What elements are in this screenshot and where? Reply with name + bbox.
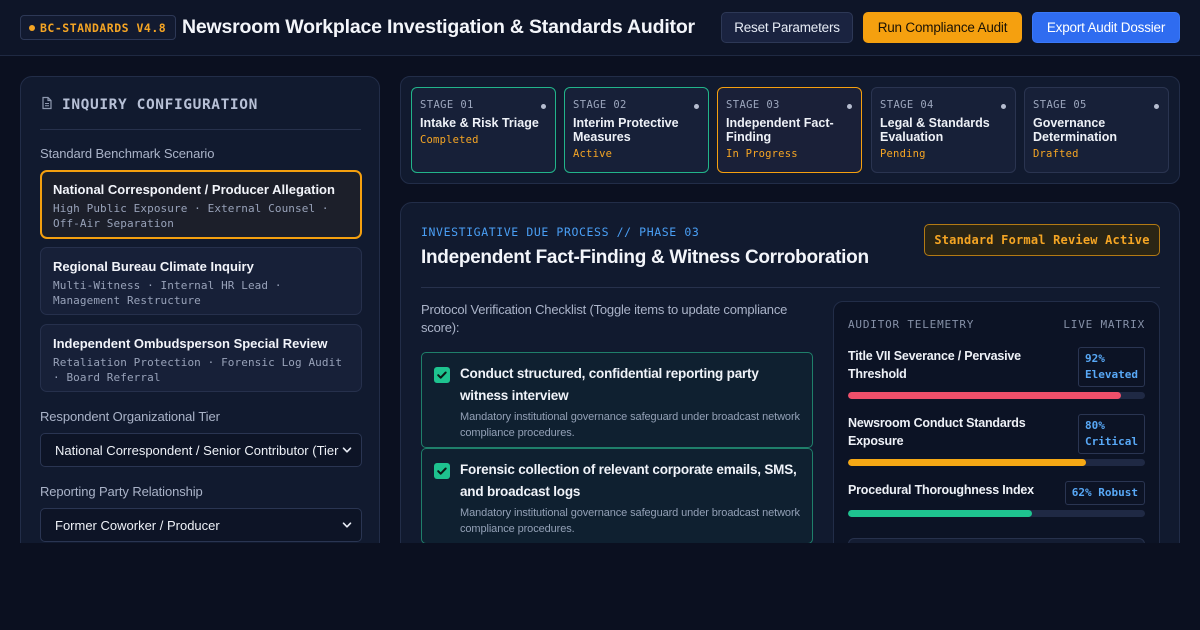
relationship-label: Reporting Party Relationship — [40, 484, 203, 499]
phase-title: Independent Fact-Finding & Witness Corro… — [421, 247, 869, 268]
checkbox-checked-icon[interactable] — [434, 463, 450, 479]
stage-04[interactable]: STAGE 04 Legal & Standards Evaluation Pe… — [871, 87, 1016, 173]
stage-name: Governance Determination — [1033, 116, 1118, 144]
checkbox-checked-icon[interactable] — [434, 367, 450, 383]
checklist-item-witness-interview[interactable]: Conduct structured, confidential reporti… — [421, 352, 813, 448]
metric-bar-fill — [848, 392, 1122, 399]
relationship-select[interactable]: Former Coworker / Producer — [40, 508, 362, 542]
panel-title-label: INQUIRY CONFIGURATION — [62, 97, 258, 113]
checklist-item-subtitle: Mandatory institutional governance safeg… — [460, 507, 800, 535]
stage-01[interactable]: STAGE 01 Intake & Risk Triage Completed — [411, 87, 556, 173]
stage-status: In Progress — [726, 148, 798, 160]
stage-name: Independent Fact-Finding — [726, 116, 834, 144]
stage-name: Legal & Standards Evaluation — [880, 116, 990, 144]
stage-status: Pending — [880, 148, 926, 160]
stage-status: Completed — [420, 134, 479, 146]
metric-bar — [848, 510, 1145, 517]
version-badge-label: BC-STANDARDS V4.8 — [40, 20, 167, 35]
scenario-subtitle: High Public Exposure · External Counsel … — [53, 202, 329, 230]
relationship-value: Former Coworker / Producer — [55, 517, 220, 533]
metric-bar — [848, 459, 1145, 466]
divider — [421, 287, 1160, 288]
panel-title: INQUIRY CONFIGURATION — [40, 96, 258, 114]
organizational-tier-value: National Correspondent / Senior Contribu… — [55, 442, 339, 458]
stage-indicator-icon — [694, 104, 699, 109]
scenario-subtitle: Retaliation Protection · Forensic Log Au… — [53, 356, 343, 384]
run-compliance-audit-button[interactable]: Run Compliance Audit — [863, 12, 1022, 43]
metric-value-badge: 62% Robust — [1064, 481, 1145, 505]
metric-bar — [848, 392, 1145, 399]
stage-indicator-icon — [1154, 104, 1159, 109]
scenario-card-ombudsperson-review[interactable]: Independent Ombudsperson Special Review … — [40, 324, 362, 392]
metric-value: 92% — [1085, 352, 1105, 365]
metric-level: Robust — [1098, 486, 1138, 499]
document-icon — [40, 96, 54, 114]
checklist-intro: Protocol Verification Checklist (Toggle … — [421, 302, 788, 335]
export-audit-dossier-button[interactable]: Export Audit Dossier — [1032, 12, 1180, 43]
status-dot-icon — [29, 24, 35, 31]
metric-bar-fill — [848, 510, 1033, 517]
review-status-badge: Standard Formal Review Active — [924, 224, 1160, 256]
page-background — [0, 543, 1200, 630]
stage-status: Drafted — [1033, 148, 1079, 160]
metric-value: 80% — [1085, 419, 1105, 432]
stage-name: Interim Protective Measures — [573, 116, 679, 144]
chevron-down-icon — [341, 444, 353, 456]
phase-detail-panel: INVESTIGATIVE DUE PROCESS // PHASE 03 In… — [400, 202, 1180, 562]
reset-parameters-button[interactable]: Reset Parameters — [721, 12, 853, 43]
stage-number: STAGE 04 — [880, 99, 934, 111]
scenario-title: Regional Bureau Climate Inquiry — [53, 259, 254, 274]
metric-name: Title VII Severance / Pervasive Threshol… — [848, 349, 1021, 381]
scenario-title: Independent Ombudsperson Special Review — [53, 336, 328, 351]
telemetry-header: AUDITOR TELEMETRY — [848, 318, 975, 331]
phase-label: INVESTIGATIVE DUE PROCESS // PHASE 03 — [421, 225, 700, 239]
metric-level: Elevated — [1085, 368, 1138, 381]
metric-name: Newsroom Conduct Standards Exposure — [848, 416, 1026, 448]
scenario-card-regional-bureau[interactable]: Regional Bureau Climate Inquiry Multi-Wi… — [40, 247, 362, 315]
stage-03[interactable]: STAGE 03 Independent Fact-Finding In Pro… — [717, 87, 862, 173]
auditor-telemetry-card: AUDITOR TELEMETRY LIVE MATRIX Title VII … — [833, 301, 1160, 561]
checklist-item-title: Forensic collection of relevant corporat… — [460, 462, 797, 499]
stage-number: STAGE 01 — [420, 99, 474, 111]
metric-value-badge: 80% Critical — [1078, 414, 1145, 454]
scenario-label: Standard Benchmark Scenario — [40, 146, 215, 161]
divider — [40, 129, 361, 130]
organizational-tier-select[interactable]: National Correspondent / Senior Contribu… — [40, 433, 362, 467]
stage-number: STAGE 05 — [1033, 99, 1087, 111]
scenario-subtitle: Multi-Witness · Internal HR Lead · Manag… — [53, 279, 282, 307]
checklist-item-title: Conduct structured, confidential reporti… — [460, 366, 759, 403]
stage-02[interactable]: STAGE 02 Interim Protective Measures Act… — [564, 87, 709, 173]
chevron-down-icon — [341, 519, 353, 531]
inquiry-configuration-panel: INQUIRY CONFIGURATION Standard Benchmark… — [20, 76, 380, 556]
checklist-item-subtitle: Mandatory institutional governance safeg… — [460, 411, 800, 439]
organizational-tier-label: Respondent Organizational Tier — [40, 409, 220, 424]
live-matrix-label: LIVE MATRIX — [1063, 318, 1145, 331]
stage-tracker: STAGE 01 Intake & Risk Triage Completed … — [400, 76, 1180, 184]
scenario-card-national-correspondent[interactable]: National Correspondent / Producer Allega… — [40, 170, 362, 239]
stage-indicator-icon — [847, 104, 852, 109]
app-title: Newsroom Workplace Investigation & Stand… — [182, 16, 695, 38]
metric-level: Critical — [1085, 435, 1138, 448]
metric-name: Procedural Thoroughness Index — [848, 483, 1034, 497]
app-header: BC-STANDARDS V4.8 Newsroom Workplace Inv… — [0, 0, 1200, 56]
stage-number: STAGE 02 — [573, 99, 627, 111]
stage-number: STAGE 03 — [726, 99, 780, 111]
stage-indicator-icon — [541, 104, 546, 109]
metric-value: 62% — [1071, 486, 1092, 499]
scenario-title: National Correspondent / Producer Allega… — [53, 182, 335, 197]
stage-name: Intake & Risk Triage — [420, 116, 539, 130]
metric-bar-fill — [848, 459, 1086, 466]
stage-status: Active — [573, 148, 613, 160]
checklist-item-forensic-collection[interactable]: Forensic collection of relevant corporat… — [421, 448, 813, 544]
stage-05[interactable]: STAGE 05 Governance Determination Drafte… — [1024, 87, 1169, 173]
metric-value-badge: 92% Elevated — [1078, 347, 1145, 387]
stage-indicator-icon — [1001, 104, 1006, 109]
version-badge: BC-STANDARDS V4.8 — [20, 15, 177, 40]
